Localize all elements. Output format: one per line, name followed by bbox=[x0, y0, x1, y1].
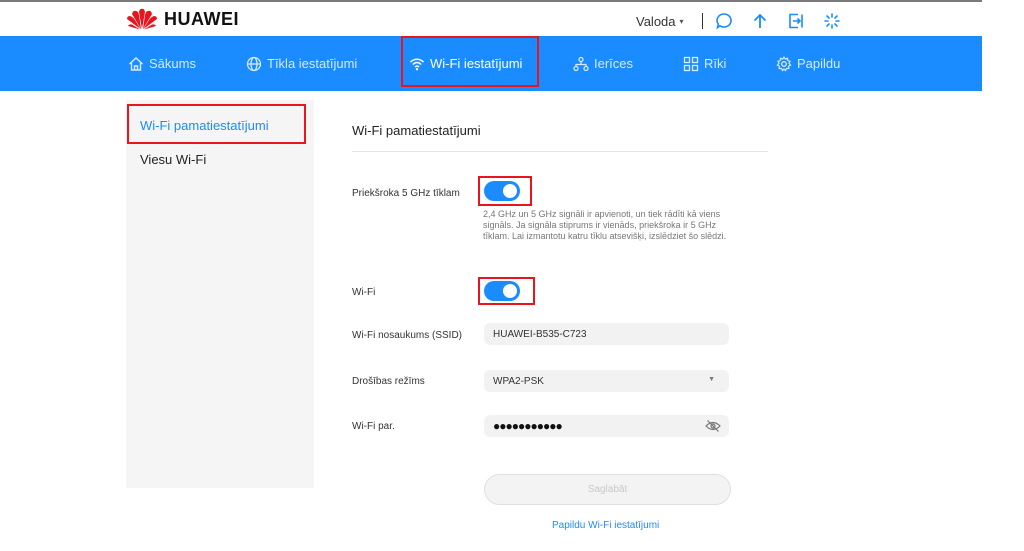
devices-icon bbox=[573, 56, 589, 71]
sidebar-item-guest-wifi[interactable]: Viesu Wi-Fi bbox=[140, 152, 206, 167]
prefer-5ghz-description: 2,4 GHz un 5 GHz signāli ir apvienoti, u… bbox=[483, 209, 727, 241]
nav-label: Ierīces bbox=[594, 56, 634, 71]
prefer-5ghz-label: Priekšroka 5 GHz tīklam bbox=[352, 188, 460, 199]
sidebar: Wi-Fi pamatiestatījumi Viesu Wi-Fi bbox=[126, 100, 314, 488]
chevron-down-icon: ▾ bbox=[679, 16, 684, 26]
top-right-toolbar: Valoda ▾ bbox=[636, 10, 857, 32]
nav-label: Sākums bbox=[149, 56, 196, 71]
tools-icon bbox=[683, 56, 699, 71]
password-input[interactable]: ●●●●●●●●●●● bbox=[484, 415, 729, 437]
logout-icon[interactable] bbox=[785, 10, 807, 32]
nav-label: Papildu bbox=[797, 56, 841, 71]
huawei-flower-icon bbox=[127, 8, 157, 30]
nav-label: Tīkla iestatījumi bbox=[267, 56, 358, 71]
brand-name: HUAWEI bbox=[164, 8, 239, 29]
nav-item-advanced[interactable]: Papildu bbox=[776, 36, 840, 91]
nav-item-network-settings[interactable]: Tīkla iestatījumi bbox=[246, 36, 357, 91]
divider bbox=[701, 13, 703, 29]
chevron-down-icon: ▼ bbox=[708, 376, 715, 383]
home-icon bbox=[129, 56, 143, 71]
highlight-box-wifi-toggle bbox=[478, 277, 535, 305]
ssid-input[interactable]: HUAWEI-B535-C723 bbox=[484, 323, 729, 345]
ssid-value: HUAWEI-B535-C723 bbox=[493, 328, 587, 340]
nav-item-devices[interactable]: Ierīces bbox=[573, 36, 633, 91]
messages-icon[interactable] bbox=[713, 10, 735, 32]
nav-item-home[interactable]: Sākums bbox=[128, 36, 196, 91]
top-bar: HUAWEI Valoda ▾ bbox=[0, 0, 982, 36]
gear-icon bbox=[776, 55, 792, 72]
ssid-label: Wi-Fi nosaukums (SSID) bbox=[352, 330, 463, 341]
page-title: Wi-Fi pamatiestatījumi bbox=[352, 123, 481, 138]
nav-item-tools[interactable]: Rīki bbox=[683, 36, 726, 91]
security-mode-label: Drošības režīms bbox=[352, 376, 425, 387]
highlight-box-5ghz-toggle bbox=[478, 176, 532, 206]
language-label: Valoda bbox=[636, 13, 676, 29]
globe-icon bbox=[246, 56, 262, 71]
advanced-wifi-settings-link[interactable]: Papildu Wi-Fi iestatījumi bbox=[552, 520, 659, 531]
nav-label: Rīki bbox=[704, 56, 727, 71]
loading-spinner-icon bbox=[821, 10, 843, 32]
huawei-logo: HUAWEI bbox=[126, 8, 239, 30]
wifi-label: Wi-Fi bbox=[352, 287, 376, 298]
divider bbox=[352, 151, 768, 152]
security-mode-value: WPA2-PSK bbox=[493, 375, 544, 387]
password-label: Wi-Fi par. bbox=[352, 421, 395, 432]
update-arrow-icon[interactable] bbox=[749, 10, 771, 32]
password-value: ●●●●●●●●●●● bbox=[493, 419, 563, 433]
security-mode-select[interactable]: WPA2-PSK ▼ bbox=[484, 370, 729, 392]
highlight-box-sidebar bbox=[127, 104, 306, 144]
save-button[interactable]: Saglabāt bbox=[484, 474, 731, 505]
eye-hidden-icon[interactable] bbox=[705, 419, 721, 436]
language-selector[interactable]: Valoda ▾ bbox=[636, 14, 684, 29]
highlight-box-wifi-tab bbox=[401, 36, 539, 87]
